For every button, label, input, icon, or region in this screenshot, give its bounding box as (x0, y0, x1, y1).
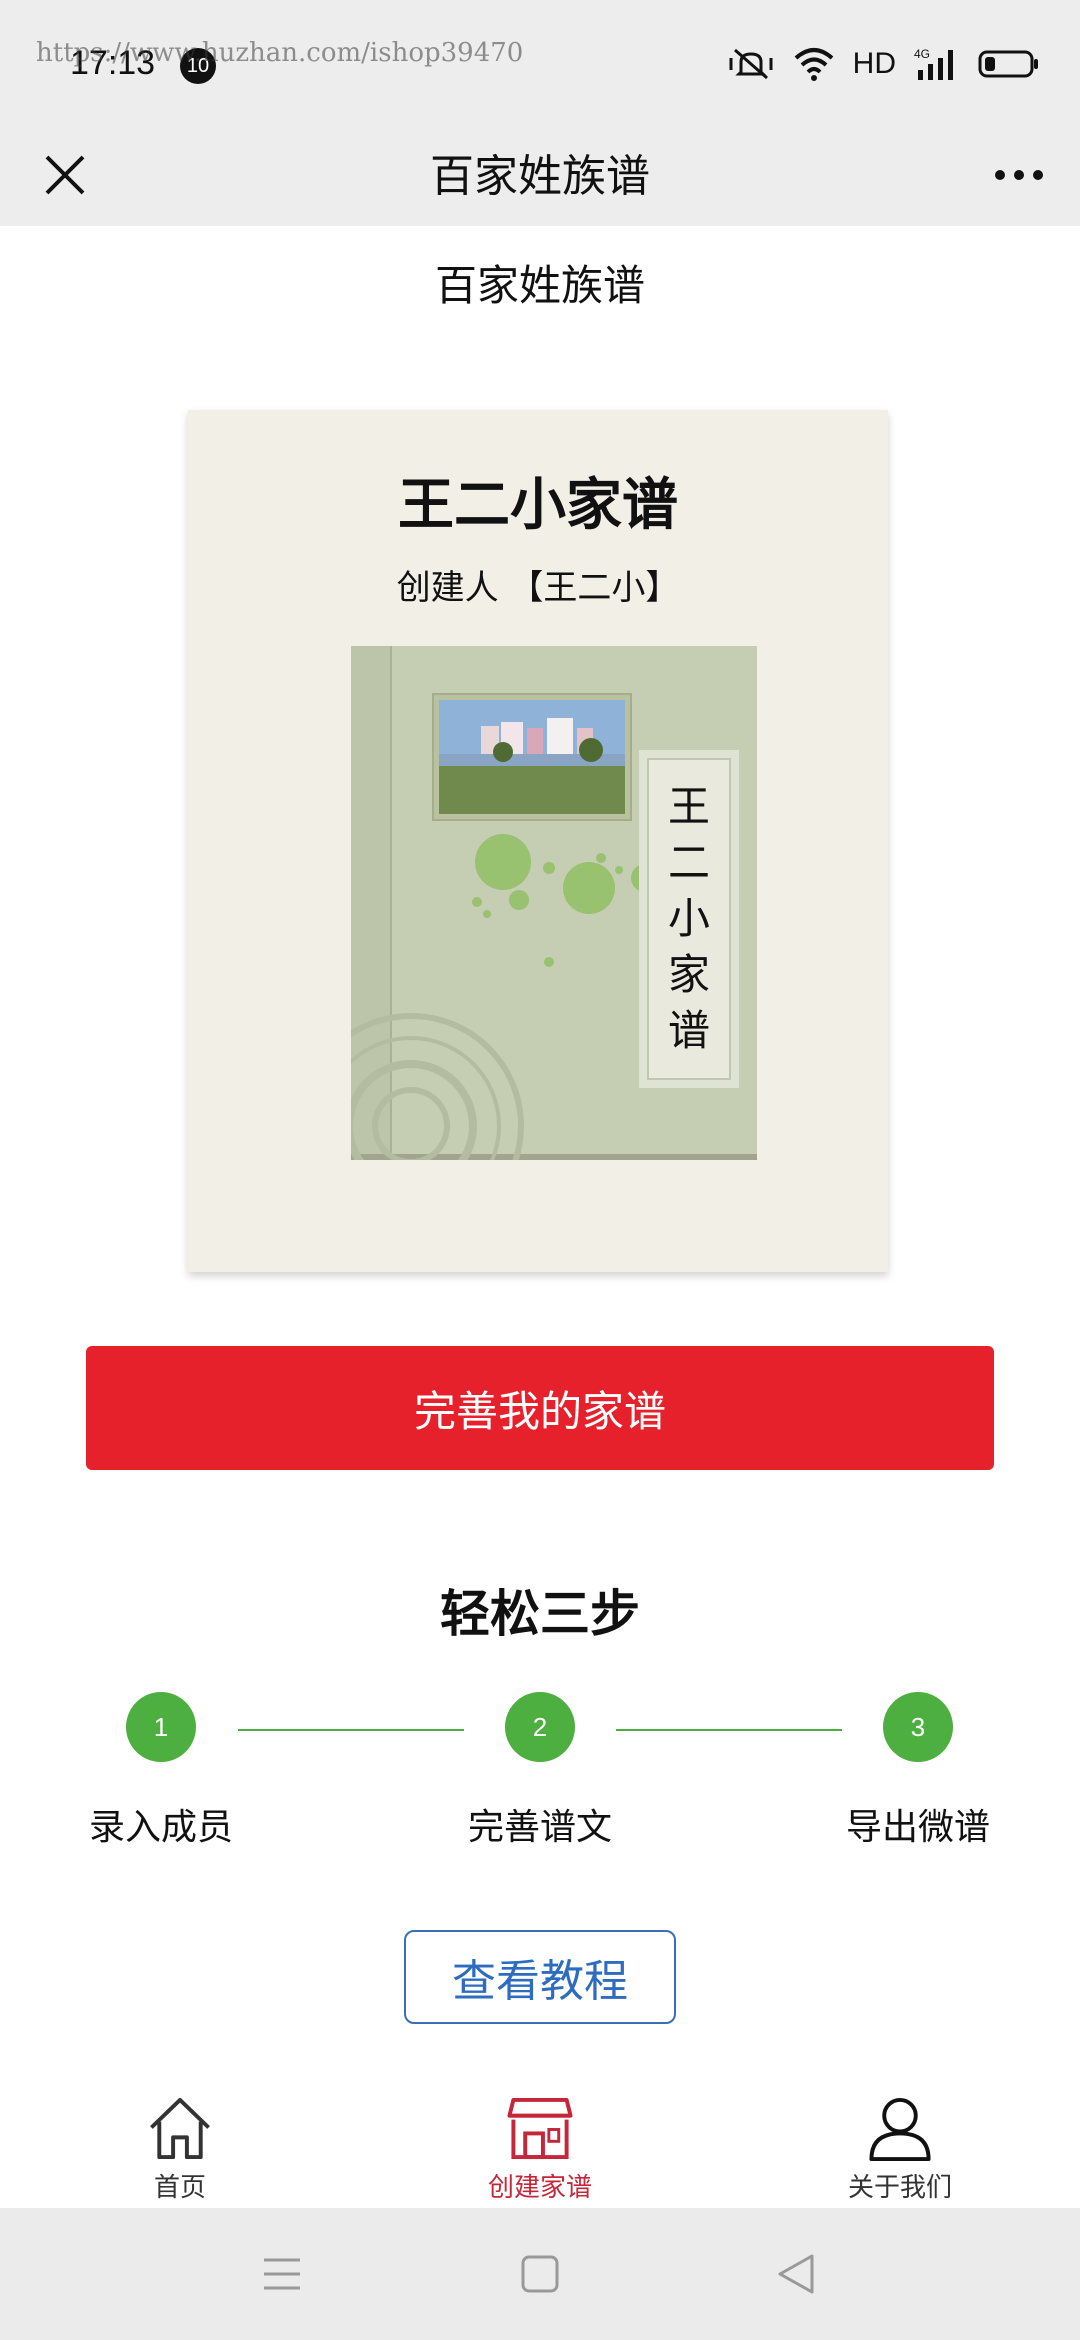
system-navigation-bar (0, 2208, 1080, 2340)
more-icon (995, 170, 1043, 180)
tab-about-us[interactable]: 关于我们 (780, 2094, 1020, 2204)
menu-icon (264, 2258, 300, 2290)
svg-text:4G: 4G (914, 47, 930, 61)
tab-create-family-tree-label: 创建家谱 (487, 2173, 592, 2203)
tab-create-family-tree[interactable]: 创建家谱 (420, 2094, 660, 2204)
menu-button[interactable] (256, 2248, 308, 2300)
book-cover: 王 二 小 家 谱 (351, 646, 757, 1160)
bottom-tab-bar: 首页 创建家谱 关于我们 (0, 2080, 1080, 2208)
book-spine-label: 王 二 小 家 谱 (647, 758, 731, 1080)
book-label-char: 谱 (667, 1006, 710, 1055)
tab-about-us-label: 关于我们 (847, 2173, 952, 2203)
book-label-char: 小 (667, 894, 710, 943)
nav-bar: 百家姓族谱 (0, 128, 1080, 226)
family-tree-card[interactable]: 王二小家谱 创建人 【王二小】 王 二 小 家 谱 (188, 410, 888, 1272)
square-icon (521, 2255, 559, 2293)
family-tree-title: 王二小家谱 (398, 473, 678, 538)
creator-label: 创建人 【王二小】 (396, 568, 680, 608)
complete-family-tree-button[interactable]: 完善我的家谱 (86, 1346, 994, 1470)
book-label-char: 二 (667, 838, 710, 887)
book-label-char: 王 (667, 782, 710, 831)
nav-title: 百家姓族谱 (430, 151, 650, 202)
status-bar: 17:13 10 https://www.huzhan.com/ishop394… (0, 0, 1080, 128)
status-icons: HD 4G (727, 44, 1040, 84)
steps-title: 轻松三步 (440, 1585, 640, 1643)
home-icon (150, 2097, 210, 2160)
book-label-char: 家 (667, 950, 710, 999)
step-3-circle: 3 (883, 1692, 953, 1762)
battery-icon (978, 50, 1038, 78)
step-connector (238, 1729, 464, 1731)
page-title: 百家姓族谱 (434, 261, 645, 310)
step-1-label: 录入成员 (88, 1807, 233, 1848)
view-tutorial-button[interactable]: 查看教程 (404, 1930, 676, 2024)
step-1-circle: 1 (126, 1692, 196, 1762)
user-icon (869, 2097, 931, 2162)
step-3-label: 导出微谱 (845, 1807, 990, 1848)
watermark-text: https://www.huzhan.com/ishop39470 (36, 38, 524, 68)
tab-home[interactable]: 首页 (60, 2094, 300, 2204)
hd-indicator: HD (852, 47, 896, 80)
back-triangle-icon (778, 2254, 814, 2294)
step-connector (616, 1729, 842, 1731)
more-button[interactable] (984, 140, 1054, 210)
tab-home-label: 首页 (153, 2173, 206, 2203)
signal-4g-icon: 4G (914, 47, 953, 80)
store-icon (507, 2097, 573, 2160)
home-system-button[interactable] (514, 2248, 566, 2300)
step-2-circle: 2 (505, 1692, 575, 1762)
step-2-label: 完善谱文 (467, 1807, 612, 1848)
wifi-icon (794, 48, 833, 81)
mute-vibrate-icon (729, 48, 773, 80)
back-system-button[interactable] (770, 2248, 822, 2300)
